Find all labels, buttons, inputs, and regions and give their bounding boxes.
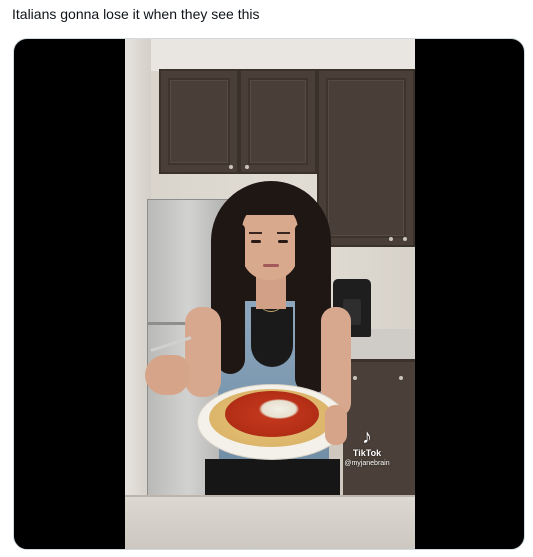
hair-top [237, 185, 303, 215]
tweet-text: Italians gonna lose it when they see thi… [12, 6, 260, 22]
tweet-media-video[interactable]: ♪ TikTok @myjanebrain [13, 38, 525, 550]
eye-left [251, 240, 261, 243]
video-frame[interactable]: ♪ TikTok @myjanebrain [125, 39, 415, 549]
tiktok-watermark: ♪ TikTok @myjanebrain [331, 427, 403, 469]
mouth [263, 264, 279, 267]
eye-right [278, 240, 288, 243]
eyebrow-left [249, 232, 262, 234]
watermark-brand: TikTok [352, 448, 382, 458]
eyebrow-right [277, 232, 290, 234]
upper-cabinet-middle [239, 69, 317, 174]
upper-cabinet-right [317, 69, 415, 247]
ceiling [125, 39, 415, 71]
front-counter [125, 495, 415, 549]
parmesan-cheese [259, 399, 299, 419]
hand-left [145, 355, 189, 395]
hair-strand-left [217, 224, 245, 374]
black-top [251, 307, 293, 367]
arm-left [185, 307, 221, 397]
pants [205, 459, 340, 499]
tweet: Italians gonna lose it when they see thi… [0, 0, 533, 557]
watermark-handle: @myjanebrain [344, 460, 390, 467]
upper-cabinet-left [159, 69, 239, 174]
tiktok-note-icon: ♪ [362, 426, 372, 448]
